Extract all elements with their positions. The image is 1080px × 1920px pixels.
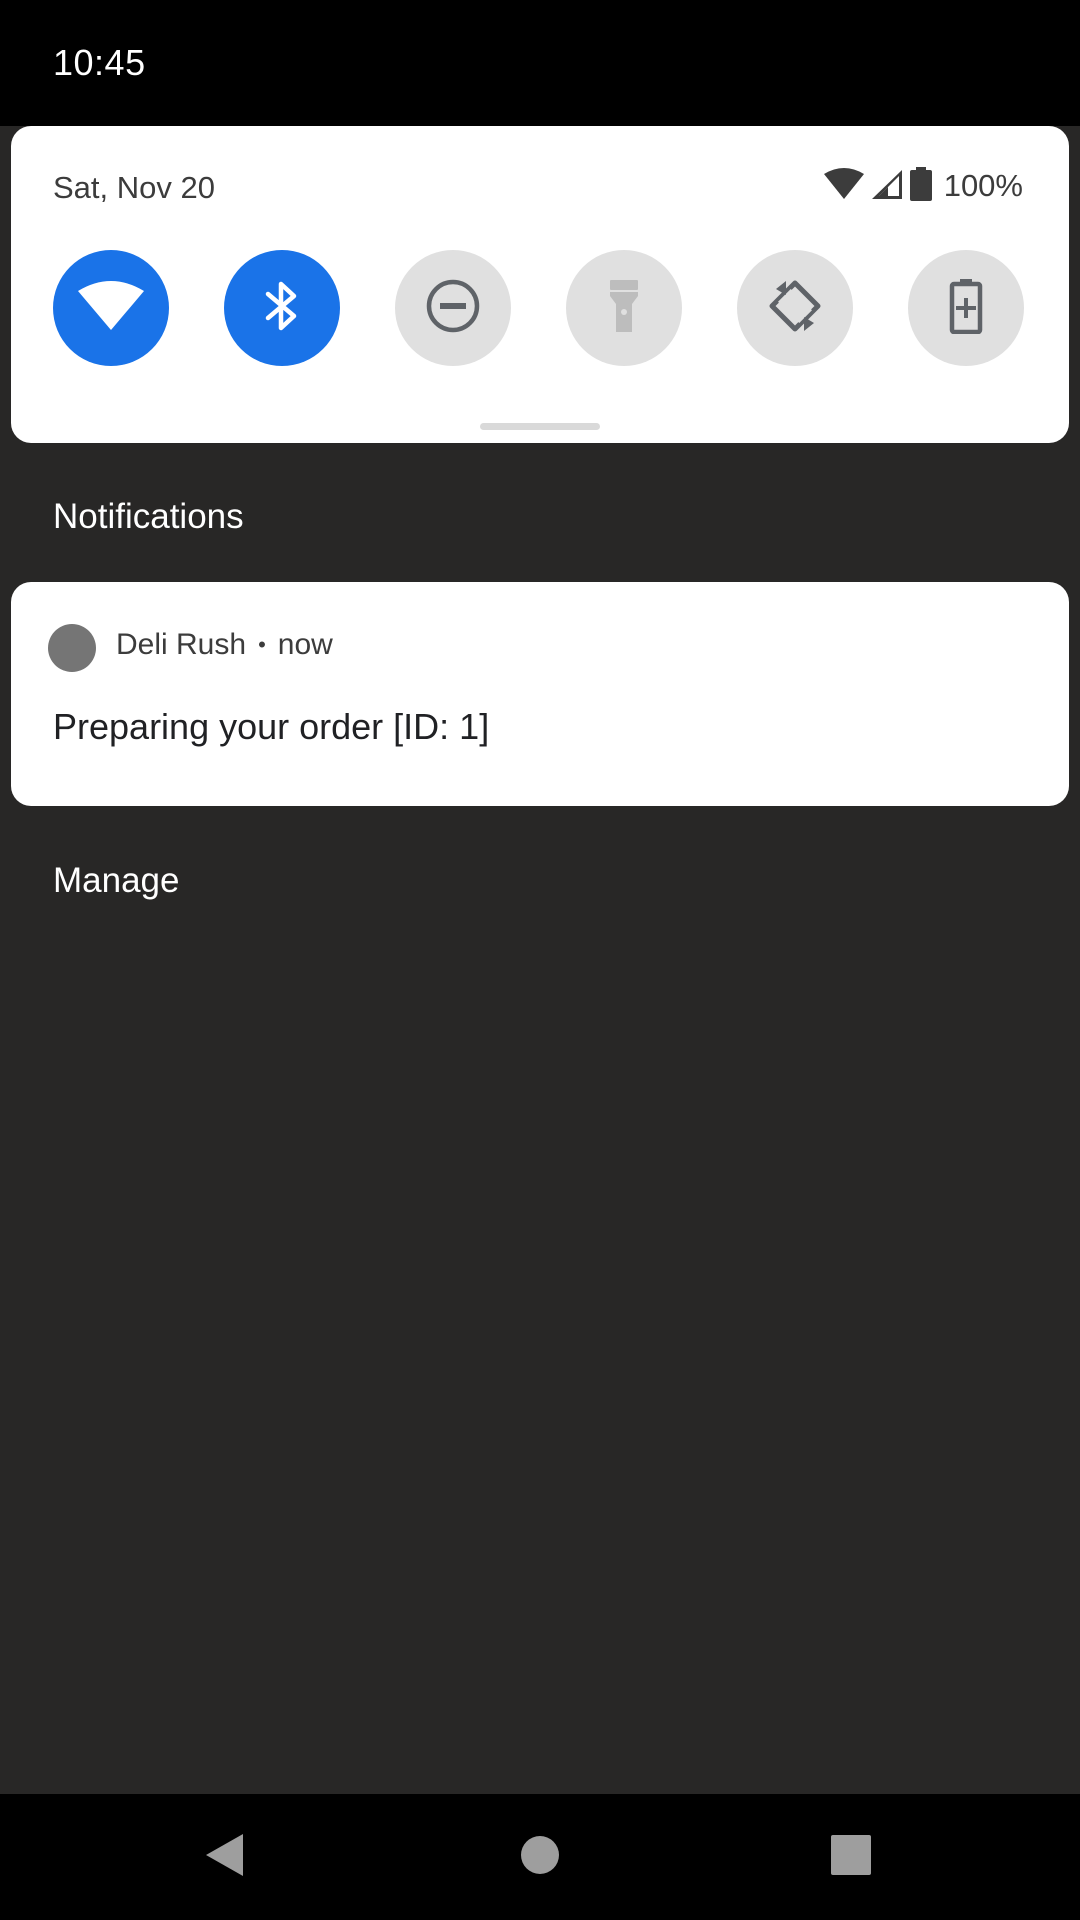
- flashlight-icon: [607, 278, 641, 339]
- status-bar: 10:45: [0, 0, 1080, 126]
- recents-icon: [831, 1834, 871, 1880]
- status-bar-clock: 10:45: [53, 42, 146, 83]
- manage-button[interactable]: Manage: [53, 861, 179, 901]
- tile-flashlight[interactable]: [566, 250, 682, 366]
- cellular-signal-icon: [870, 168, 904, 205]
- quick-settings-status-icons: 100%: [823, 166, 1023, 206]
- battery-percentage: 100%: [943, 168, 1023, 203]
- wifi-icon: [823, 167, 864, 205]
- tile-bluetooth[interactable]: [224, 250, 340, 366]
- auto-rotate-icon: [766, 277, 824, 340]
- wifi-icon: [78, 280, 144, 336]
- app-icon: [48, 624, 96, 672]
- notifications-heading: Notifications: [53, 497, 244, 536]
- notification-header: Deli Rush • now: [116, 628, 333, 662]
- navigation-bar: [0, 1794, 1080, 1920]
- back-button[interactable]: [165, 1794, 285, 1920]
- back-icon: [203, 1832, 247, 1883]
- quick-settings-date[interactable]: Sat, Nov 20: [53, 170, 215, 206]
- tile-auto-rotate[interactable]: [737, 250, 853, 366]
- battery-saver-icon: [949, 278, 983, 339]
- notification-text: Preparing your order [ID: 1]: [53, 706, 490, 747]
- tile-battery-saver[interactable]: [908, 250, 1024, 366]
- notification-time: now: [277, 628, 333, 661]
- do-not-disturb-icon: [425, 278, 481, 339]
- home-button[interactable]: [480, 1794, 600, 1920]
- quick-settings-panel[interactable]: Sat, Nov 20 100%: [11, 126, 1069, 443]
- battery-icon: [909, 166, 932, 206]
- quick-settings-drag-handle[interactable]: [480, 423, 600, 430]
- bluetooth-icon: [262, 278, 302, 339]
- home-icon: [520, 1835, 560, 1880]
- notification-separator: •: [258, 632, 266, 657]
- tile-wifi[interactable]: [53, 250, 169, 366]
- tile-do-not-disturb[interactable]: [395, 250, 511, 366]
- notification-app-name: Deli Rush: [116, 628, 247, 661]
- notification-card[interactable]: Deli Rush • now Preparing your order [ID…: [11, 582, 1069, 806]
- recents-button[interactable]: [791, 1794, 911, 1920]
